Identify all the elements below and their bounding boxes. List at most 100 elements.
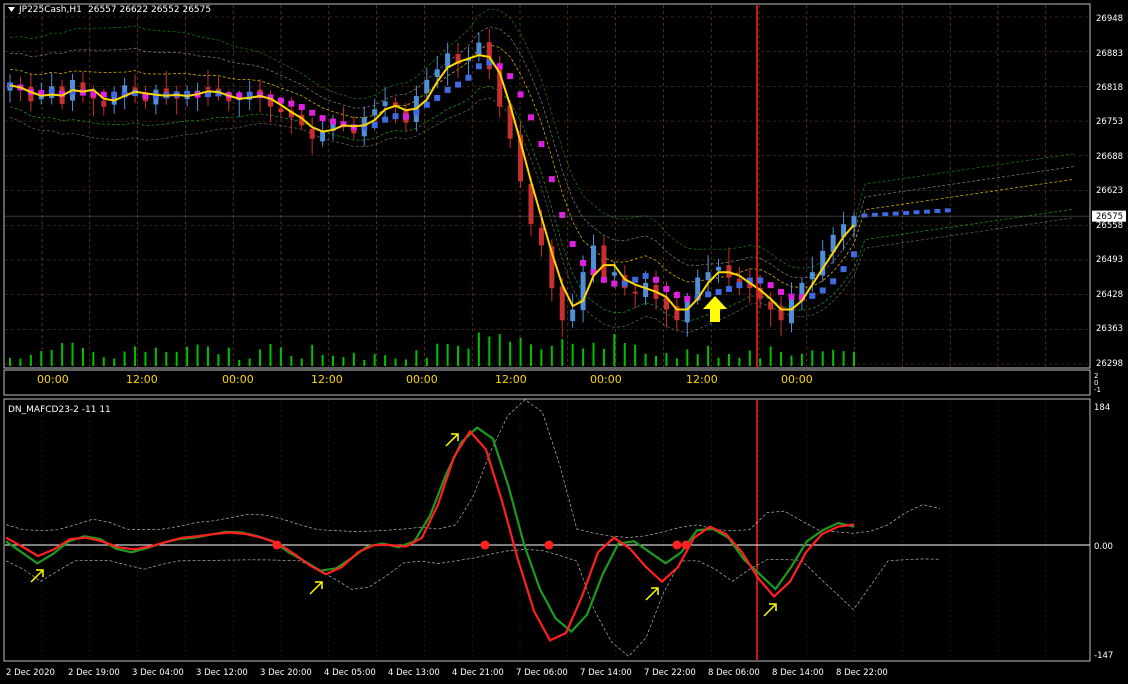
candle-body — [570, 309, 576, 322]
zero-cross-dot — [681, 540, 691, 550]
candle-body — [601, 245, 607, 278]
candle-body — [684, 298, 690, 323]
candle-body — [768, 301, 774, 310]
zero-cross-dot — [544, 540, 554, 550]
ma-square — [642, 272, 649, 279]
time-label: 12:00 — [686, 373, 718, 386]
ma-square — [600, 276, 607, 283]
ma-square — [475, 63, 482, 70]
axis-date-label: 8 Dec 14:00 — [772, 668, 824, 678]
ma-square — [507, 73, 514, 80]
ma-square — [715, 289, 722, 296]
candle-body — [80, 82, 86, 91]
candle-body — [382, 101, 388, 107]
candle-body — [632, 291, 638, 294]
candle-body — [580, 272, 586, 311]
ma-square — [788, 293, 795, 300]
strip-scale-label: -1 — [1094, 386, 1101, 394]
ma-square — [548, 176, 555, 183]
candle-body — [372, 109, 378, 116]
axis-date-label: 7 Dec 06:00 — [516, 668, 568, 678]
osc-scale-zero: 0.00 — [1094, 542, 1113, 552]
axis-date-label: 7 Dec 14:00 — [580, 668, 632, 678]
zero-cross-dot — [480, 540, 490, 550]
candle-body — [101, 100, 107, 107]
price-scale: 26948 26883 26818 26753 26688 26623 2655… — [1092, 14, 1126, 369]
axis-date-label: 4 Dec 05:00 — [324, 668, 376, 678]
trading-chart: JP225Cash,H1 26557 26622 26552 26575 269… — [3, 3, 1126, 678]
ma-square — [736, 282, 743, 289]
ma-square — [944, 208, 951, 213]
axis-date-label: 2 Dec 19:00 — [68, 668, 120, 678]
ma-square — [632, 276, 639, 283]
ma-square — [455, 81, 462, 88]
axis-date-label: 8 Dec 06:00 — [708, 668, 760, 678]
axis-date-label: 3 Dec 04:00 — [132, 668, 184, 678]
ma-square — [538, 141, 545, 148]
time-label: 12:00 — [495, 373, 527, 386]
time-label: 00:00 — [781, 373, 813, 386]
ma-square — [923, 209, 930, 214]
candle-body — [424, 79, 430, 93]
ma-square — [882, 212, 889, 217]
axis-date-label: 7 Dec 22:00 — [644, 668, 696, 678]
time-label: 00:00 — [222, 373, 254, 386]
ma-square — [684, 295, 691, 302]
ma-square — [569, 240, 576, 247]
axis-date-label: 3 Dec 20:00 — [260, 668, 312, 678]
candle-body — [716, 266, 722, 271]
ma-square — [382, 116, 389, 123]
axis-date-label: 4 Dec 21:00 — [452, 668, 504, 678]
price-tick: 26493 — [1096, 255, 1123, 265]
ma-square — [611, 280, 618, 287]
price-tick: 26688 — [1096, 152, 1123, 162]
time-label: 00:00 — [406, 373, 438, 386]
candle-body — [434, 69, 440, 78]
ma-square — [319, 115, 326, 122]
ma-square — [527, 114, 534, 121]
ma-square — [288, 100, 295, 107]
osc-scale-bottom: -147 — [1094, 651, 1113, 661]
ma-square — [725, 285, 732, 292]
ma-square — [434, 94, 441, 101]
ma-square — [861, 213, 868, 218]
ma-square — [903, 210, 910, 215]
candle-body — [611, 272, 617, 276]
ma-square — [892, 211, 899, 216]
axis-date-label: 2 Dec 2020 — [6, 668, 55, 678]
time-strip-panel — [3, 369, 1091, 396]
bottom-time-axis: 2 Dec 2020 2 Dec 19:00 3 Dec 04:00 3 Dec… — [6, 668, 888, 678]
ma-square — [559, 211, 566, 218]
candle-body — [278, 108, 284, 113]
ma-square — [413, 109, 420, 116]
ma-square — [309, 109, 316, 116]
price-tick: 26948 — [1096, 14, 1123, 24]
ma-square — [444, 86, 451, 93]
candle-body — [809, 272, 815, 280]
ma-square — [621, 280, 628, 287]
axis-date-label: 8 Dec 22:00 — [836, 668, 888, 678]
ma-square — [402, 113, 409, 120]
ma-square — [840, 266, 847, 273]
price-tick: 26298 — [1096, 359, 1123, 369]
ma-square — [663, 285, 670, 292]
ma-square — [298, 104, 305, 111]
axis-date-label: 4 Dec 13:00 — [388, 668, 440, 678]
ma-square — [465, 74, 472, 81]
candle-body — [559, 286, 565, 321]
oscillator-panel[interactable] — [3, 398, 1091, 662]
price-tick: 26753 — [1096, 117, 1123, 127]
ma-square — [580, 260, 587, 267]
ma-square — [330, 118, 337, 125]
ma-square — [809, 292, 816, 299]
ma-square — [767, 282, 774, 289]
candle-body — [695, 277, 701, 296]
main-price-panel[interactable] — [3, 3, 1091, 369]
zero-cross-dot — [672, 540, 682, 550]
time-label: 12:00 — [126, 373, 158, 386]
ma-square — [392, 113, 399, 120]
ohlc-values: 26557 26622 26552 26575 — [88, 5, 211, 15]
oscillator-title: DN_MAFCD23-2 -11 11 — [8, 405, 111, 415]
ma-square — [819, 287, 826, 294]
ma-square — [653, 276, 660, 283]
